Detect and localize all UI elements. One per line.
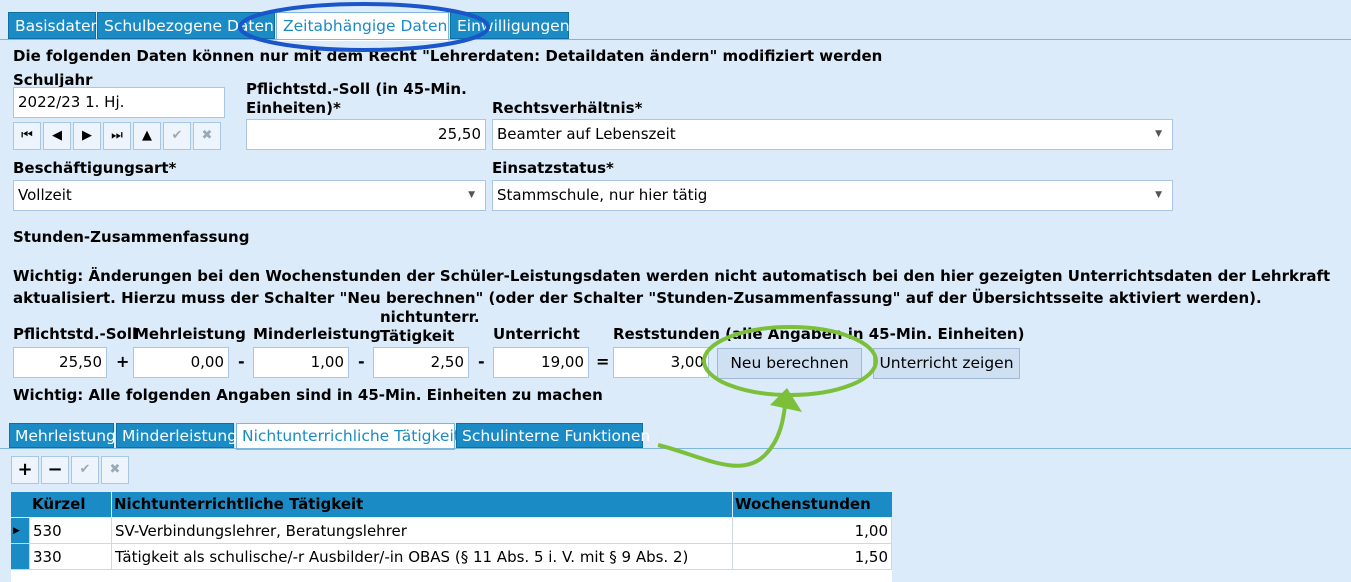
green-arrow-path: [657, 395, 788, 468]
green-highlight-ellipse: [702, 325, 878, 397]
annotation-overlay: [238, 2, 878, 468]
blue-highlight-ellipse: [238, 2, 490, 52]
green-arrow-head: [770, 388, 802, 412]
